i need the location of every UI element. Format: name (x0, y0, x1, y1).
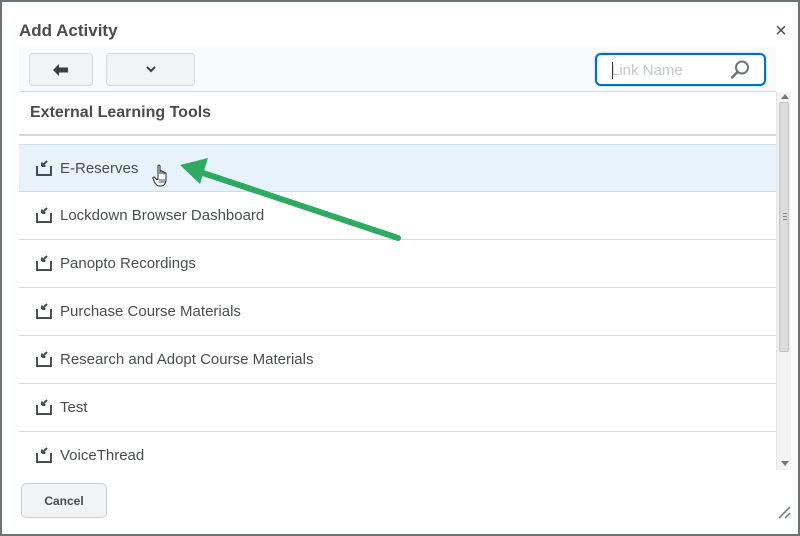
options-dropdown-button[interactable] (106, 53, 195, 86)
section-divider (19, 134, 776, 136)
list-item[interactable]: Panopto Recordings (19, 240, 776, 288)
scroll-down-arrow[interactable] (781, 461, 789, 466)
list-item-label: Purchase Course Materials (60, 303, 241, 320)
list-item[interactable]: Purchase Course Materials (19, 288, 776, 336)
cancel-button[interactable]: Cancel (21, 483, 107, 518)
close-icon[interactable]: × (771, 21, 791, 41)
search-input[interactable] (611, 60, 723, 80)
list-item-label: Lockdown Browser Dashboard (60, 207, 265, 224)
list-item-label: Test (60, 399, 88, 416)
scrollbar[interactable] (776, 92, 791, 470)
search-box[interactable] (595, 53, 766, 86)
list-item-label: Panopto Recordings (60, 255, 196, 272)
chevron-down-icon (145, 66, 156, 73)
list-item[interactable]: Test (19, 384, 776, 432)
scroll-up-arrow[interactable] (781, 94, 789, 99)
external-link-icon (36, 207, 52, 223)
external-link-icon (36, 255, 52, 271)
external-link-icon (36, 447, 52, 463)
search-icon[interactable] (729, 59, 751, 81)
external-link-icon (36, 160, 52, 176)
resize-grip-icon[interactable] (777, 505, 791, 519)
dialog-title: Add Activity (19, 21, 118, 40)
list-item-label: VoiceThread (60, 447, 145, 464)
grip-icon (783, 213, 787, 220)
list-item[interactable]: Lockdown Browser Dashboard (19, 192, 776, 240)
tool-list: E-Reserves Lockdown Browser Dashboard Pa… (19, 144, 776, 472)
back-button[interactable] (29, 53, 93, 86)
external-link-icon (36, 351, 52, 367)
add-activity-dialog: Add Activity × External Learning Tools (0, 0, 800, 536)
arrow-left-icon (53, 63, 68, 76)
hand-cursor-icon (152, 164, 167, 187)
list-item-label: Research and Adopt Course Materials (60, 351, 314, 368)
list-item[interactable]: VoiceThread (19, 432, 776, 472)
scrollbar-thumb[interactable] (779, 102, 789, 352)
external-link-icon (36, 303, 52, 319)
toolbar (19, 47, 776, 92)
text-caret (612, 62, 613, 79)
list-item[interactable]: E-Reserves (19, 144, 776, 192)
list-item-label: E-Reserves (60, 160, 139, 177)
external-link-icon (36, 399, 52, 415)
section-title: External Learning Tools (30, 104, 212, 121)
list-item[interactable]: Research and Adopt Course Materials (19, 336, 776, 384)
